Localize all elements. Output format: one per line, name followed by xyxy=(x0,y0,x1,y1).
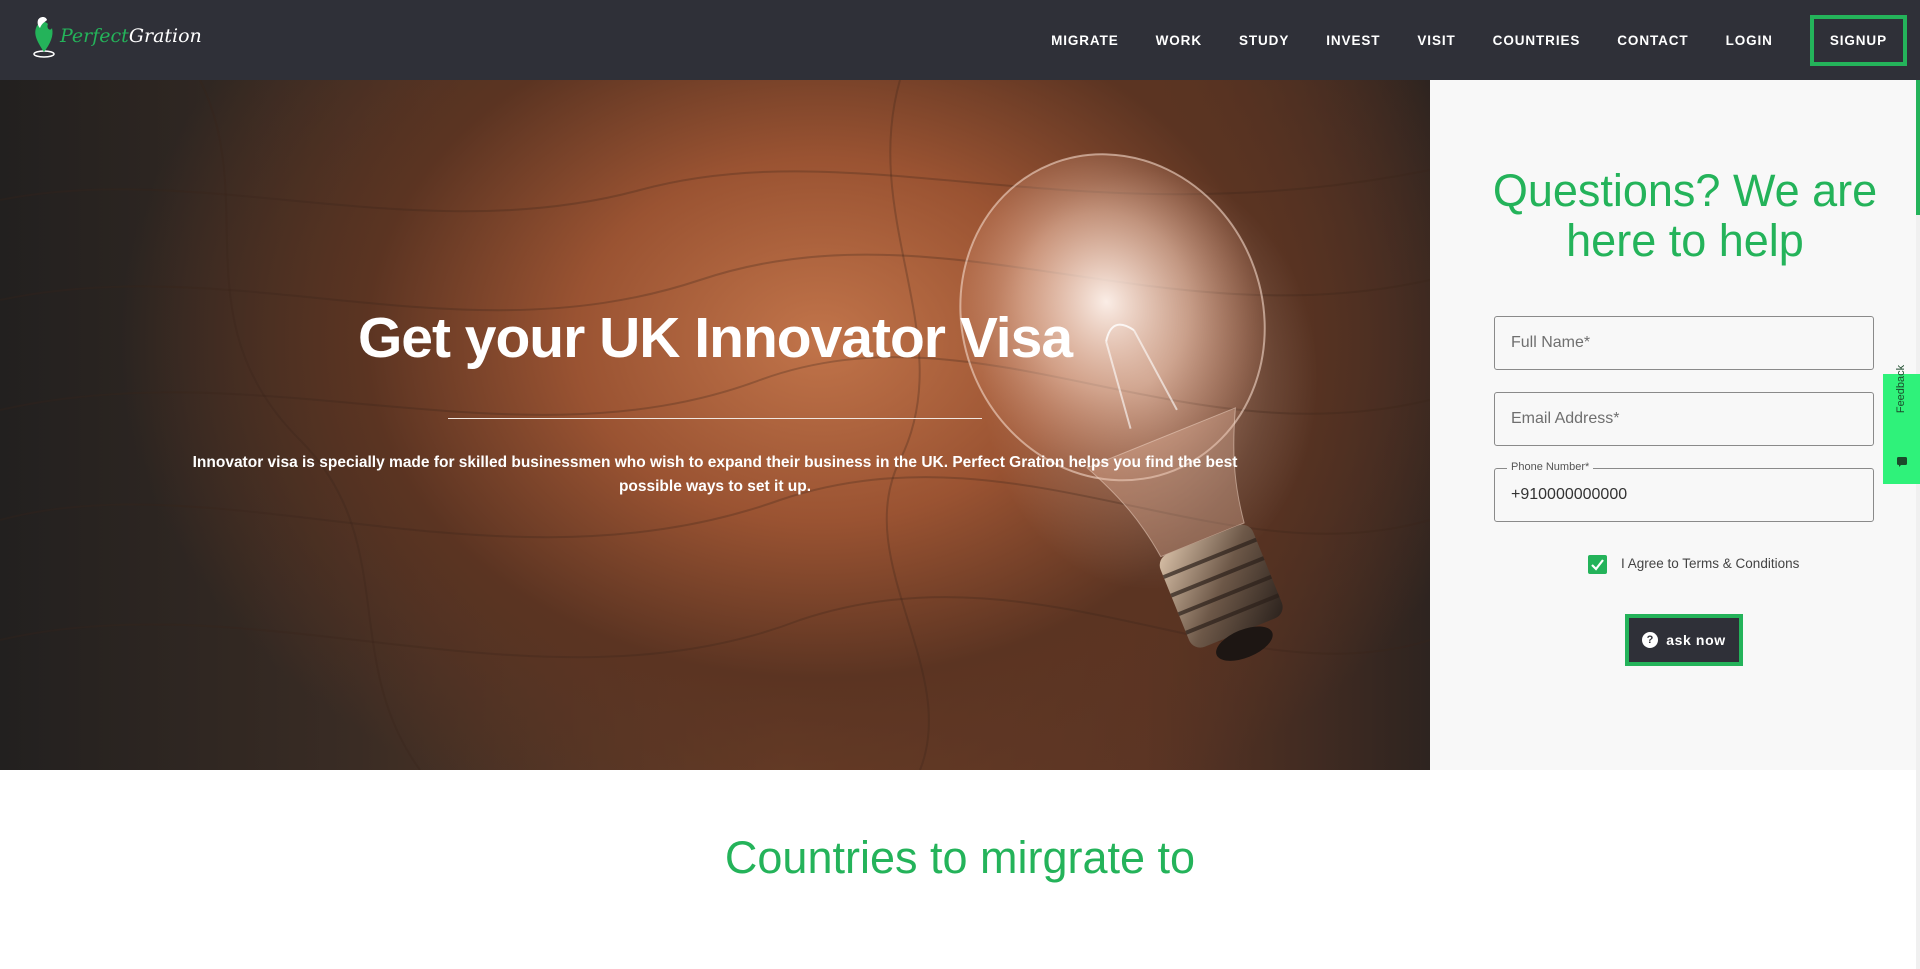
check-icon xyxy=(1591,559,1604,571)
phone-field: Phone Number* xyxy=(1494,461,1874,522)
terms-checkbox[interactable] xyxy=(1588,555,1607,574)
logo-pin-icon xyxy=(30,14,58,58)
nav-login[interactable]: LOGIN xyxy=(1726,33,1773,48)
ask-now-button[interactable]: ? ask now xyxy=(1625,614,1743,666)
signup-button[interactable]: SIGNUP xyxy=(1809,14,1907,66)
top-navbar: PerfectGration MIGRATE WORK STUDY INVEST… xyxy=(0,0,1920,80)
lightbulb-image xyxy=(959,153,1283,661)
nav-countries[interactable]: COUNTRIES xyxy=(1493,33,1581,48)
form-title: Questions? We are here to help xyxy=(1492,165,1878,266)
phone-label: Phone Number* xyxy=(1507,461,1594,473)
nav-visit[interactable]: VISIT xyxy=(1417,33,1455,48)
hero-banner: Get your UK Innovator Visa Innovator vis… xyxy=(0,80,1430,770)
brand-logo[interactable]: PerfectGration xyxy=(30,14,202,58)
countries-section-title: Countries to mirgrate to xyxy=(724,832,1196,883)
hero-title: Get your UK Innovator Visa xyxy=(357,306,1073,370)
chat-icon xyxy=(1897,457,1907,467)
hero-divider xyxy=(448,418,982,419)
nav-study[interactable]: STUDY xyxy=(1239,33,1289,48)
nav-invest[interactable]: INVEST xyxy=(1326,33,1380,48)
terms-label[interactable]: I Agree to Terms & Conditions xyxy=(1621,556,1799,571)
nav-work[interactable]: WORK xyxy=(1156,33,1202,48)
email-input[interactable] xyxy=(1495,393,1873,445)
question-icon: ? xyxy=(1642,632,1659,648)
main-menu: MIGRATE WORK STUDY INVEST VISIT COUNTRIE… xyxy=(1051,0,1920,80)
feedback-label: Feedback xyxy=(1895,364,1907,414)
brand-name: PerfectGration xyxy=(60,25,202,47)
email-field xyxy=(1494,392,1874,446)
scrollbar-thumb[interactable] xyxy=(1916,80,1920,215)
ask-now-label: ask now xyxy=(1666,632,1726,648)
phone-input[interactable] xyxy=(1495,469,1873,521)
full-name-input[interactable] xyxy=(1495,317,1873,369)
feedback-tab[interactable]: Feedback xyxy=(1883,365,1920,484)
full-name-field xyxy=(1494,316,1874,370)
hero-subtitle: Innovator visa is specially made for ski… xyxy=(192,454,1238,495)
nav-contact[interactable]: CONTACT xyxy=(1617,33,1688,48)
nav-migrate[interactable]: MIGRATE xyxy=(1051,33,1119,48)
